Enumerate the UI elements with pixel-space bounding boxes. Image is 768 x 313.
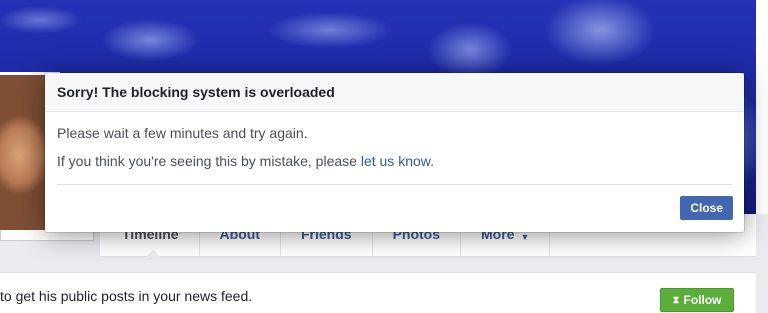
let-us-know-link[interactable]: let us know [361,153,430,169]
dialog-message-2: If you think you're seeing this by mista… [57,152,732,170]
dialog-message-1: Please wait a few minutes and try again. [57,125,308,141]
rss-icon: ⧗ [672,294,680,306]
active-tab-pointer [146,250,160,257]
follow-button[interactable]: ⧗ Follow [660,288,734,312]
dialog-message-2-prefix: If you think you're seeing this by mista… [57,153,361,169]
cover-edge [756,0,768,214]
dialog-header: Sorry! The blocking system is overloaded [45,73,744,112]
error-dialog: Sorry! The blocking system is overloaded… [45,73,744,232]
dialog-divider [57,184,732,185]
chevron-down-icon: ▼ [520,232,530,242]
dialog-body: Please wait a few minutes and try again.… [45,112,744,170]
close-button[interactable]: Close [680,196,733,220]
follow-button-label: Follow [683,293,722,307]
follow-prompt-text: to get his public posts in your news fee… [0,288,253,304]
dialog-title: Sorry! The blocking system is overloaded [57,84,335,100]
dialog-message-2-suffix: . [430,153,434,169]
